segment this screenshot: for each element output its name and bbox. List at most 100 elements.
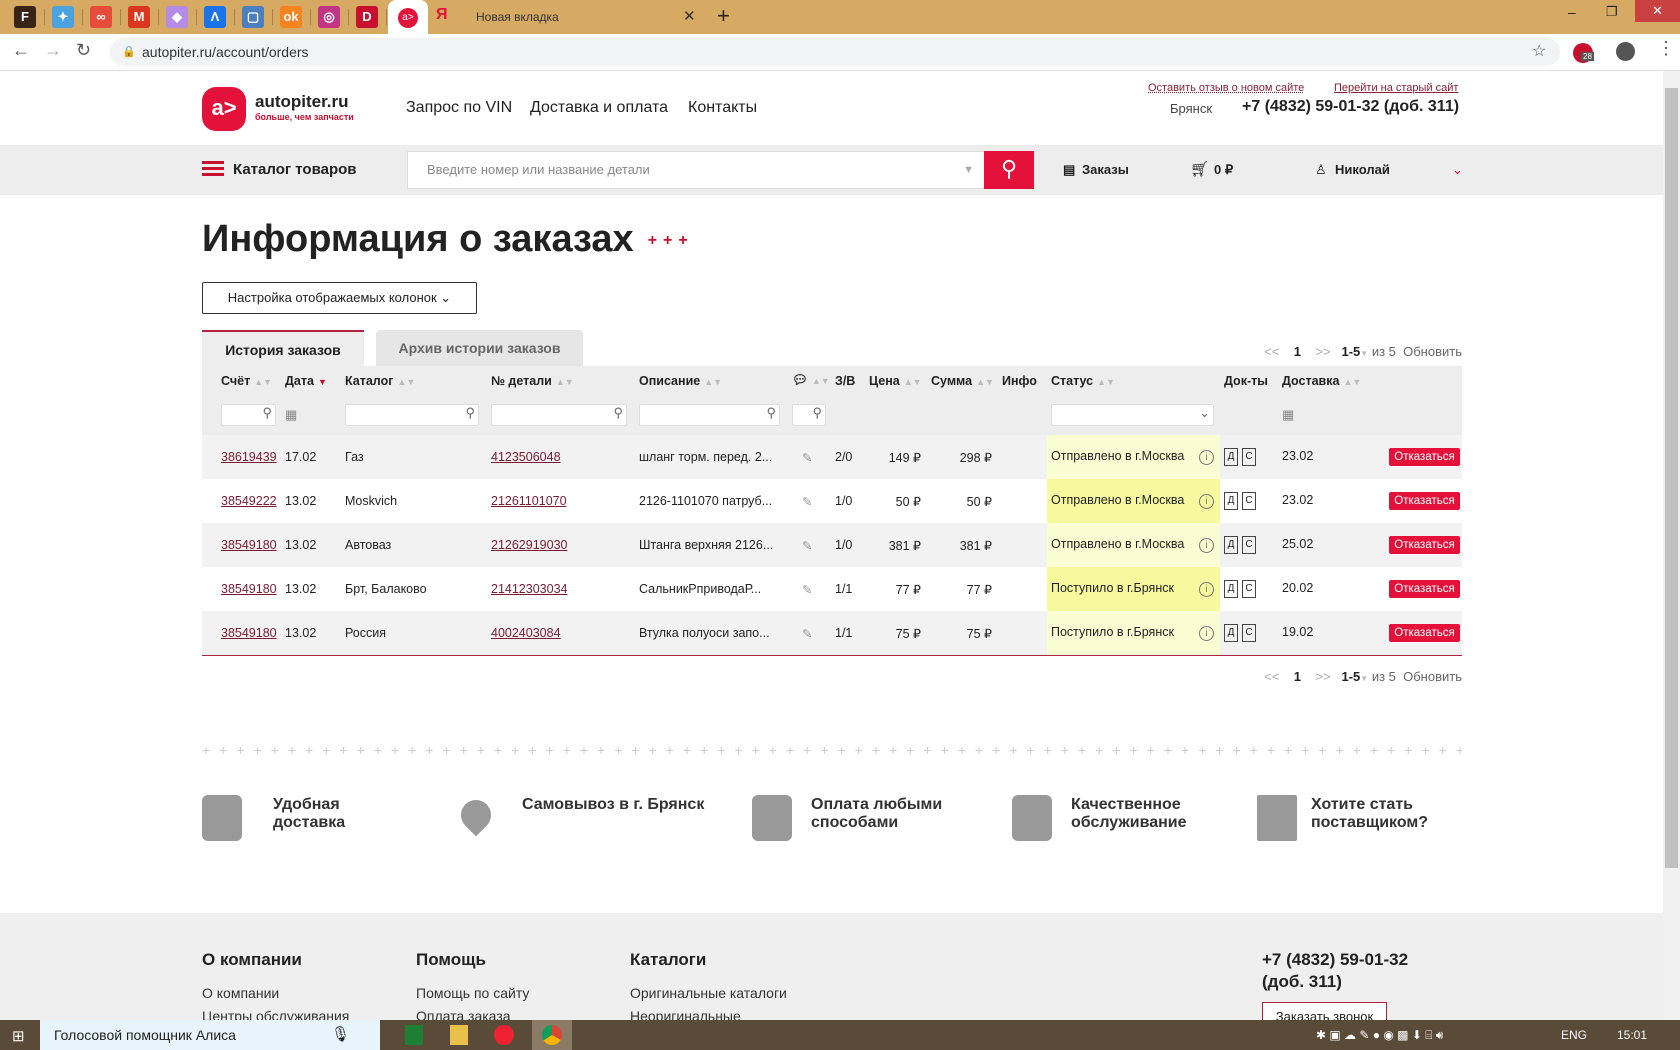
clock[interactable]: 15:01 (1617, 1028, 1647, 1042)
scrollbar-thumb[interactable] (1665, 88, 1678, 868)
pinned-tab[interactable]: ok (280, 6, 302, 28)
back-icon[interactable]: ← (12, 40, 30, 61)
info-icon[interactable]: i (1199, 582, 1214, 597)
orders-link[interactable]: Заказы (1082, 162, 1129, 177)
invoice-filter-input[interactable]: ⚲ (221, 404, 276, 426)
reload-icon[interactable]: ↻ (76, 40, 91, 61)
pinned-tab[interactable]: F (14, 6, 36, 28)
pinned-tab[interactable]: ✦ (52, 6, 74, 28)
part-number-link[interactable]: 21262919030 (491, 538, 567, 552)
menu-dots-icon[interactable]: ⋮ (1657, 38, 1675, 59)
comment-filter-input[interactable]: ⚲ (792, 404, 826, 426)
col-status[interactable]: Статус ▲▼ (1047, 366, 1220, 395)
info-icon[interactable]: i (1199, 626, 1214, 641)
cart-link[interactable]: 0 ₽ (1214, 162, 1233, 178)
status-filter-select[interactable]: ⌄ (1051, 404, 1214, 426)
restore-button[interactable]: ❐ (1606, 4, 1618, 20)
footer-link[interactable]: Оригинальные каталоги (630, 985, 787, 1001)
refresh-link[interactable]: Обновить (1403, 344, 1462, 359)
col-sum[interactable]: Сумма ▲▼ (927, 366, 998, 395)
old-site-link[interactable]: Перейти на старый сайт (1334, 82, 1458, 94)
refuse-button[interactable]: Отказаться (1389, 580, 1460, 598)
system-tray-icons[interactable]: ✱ ▣ ☁ ✎ ● ◉ ▩ ⬇ ⌸ 🔊︎ (1316, 1028, 1443, 1043)
pinned-tab[interactable]: ▢ (242, 6, 264, 28)
refuse-button[interactable]: Отказаться (1389, 492, 1460, 510)
active-tab[interactable]: a> (388, 0, 428, 34)
yandex-tab-icon[interactable]: Я (436, 6, 448, 24)
user-menu[interactable]: Николай (1335, 162, 1390, 177)
chrome-taskbar-icon[interactable] (532, 1020, 572, 1050)
catalog-filter-input[interactable]: ⚲ (345, 404, 479, 426)
edit-comment-icon[interactable]: ✎ (802, 583, 812, 597)
col-date[interactable]: Дата ▼ (281, 366, 341, 395)
hamburger-icon[interactable] (202, 161, 224, 177)
pager-range-select[interactable]: 1-5 (1341, 669, 1360, 684)
document-c-icon[interactable]: С (1242, 580, 1256, 598)
voice-assistant-input[interactable]: Голосовой помощник Алиса 🎙︎ (40, 1020, 380, 1050)
nav-delivery-payment[interactable]: Доставка и оплата (530, 99, 668, 117)
nav-vin-request[interactable]: Запрос по VIN (406, 99, 512, 117)
document-c-icon[interactable]: С (1242, 448, 1256, 466)
footer-link[interactable]: Помощь по сайту (416, 985, 529, 1001)
invoice-link[interactable]: 38549180 (221, 626, 277, 640)
city-selector[interactable]: Брянск (1170, 101, 1212, 116)
col-description[interactable]: Описание ▲▼ (635, 366, 788, 395)
feedback-link[interactable]: Оставить отзыв о новом сайте (1148, 82, 1304, 94)
document-c-icon[interactable]: С (1242, 492, 1256, 510)
document-c-icon[interactable]: С (1242, 624, 1256, 642)
pager-next[interactable]: >> (1315, 669, 1330, 684)
microphone-icon[interactable]: 🎙︎ (331, 1020, 350, 1050)
new-tab-button[interactable]: + (717, 3, 730, 29)
col-delivery[interactable]: Доставка ▲▼ (1278, 366, 1462, 395)
document-d-icon[interactable]: Д (1224, 492, 1238, 510)
url-input[interactable]: 🔒 autopiter.ru/account/orders (110, 38, 1560, 66)
pinned-tab[interactable]: ∞ (90, 6, 112, 28)
language-indicator[interactable]: ENG (1561, 1028, 1587, 1042)
minimize-button[interactable]: – (1568, 4, 1576, 20)
logo-icon[interactable]: a> (202, 87, 246, 131)
invoice-link[interactable]: 38619439 (221, 450, 277, 464)
tab-order-archive[interactable]: Архив истории заказов (376, 330, 583, 366)
explorer-taskbar-icon[interactable] (450, 1025, 468, 1045)
document-d-icon[interactable]: Д (1224, 536, 1238, 554)
edit-comment-icon[interactable]: ✎ (802, 627, 812, 641)
excel-taskbar-icon[interactable] (405, 1025, 423, 1045)
invoice-link[interactable]: 38549180 (221, 582, 277, 596)
col-comment[interactable]: 💬︎ ▲▼ (788, 366, 831, 395)
pinned-tab[interactable]: M (128, 6, 150, 28)
edit-comment-icon[interactable]: ✎ (802, 495, 812, 509)
document-d-icon[interactable]: Д (1224, 580, 1238, 598)
refuse-button[interactable]: Отказаться (1389, 448, 1460, 466)
info-icon[interactable]: i (1199, 450, 1214, 465)
profile-icon[interactable] (1616, 42, 1635, 61)
yandex-browser-taskbar-icon[interactable] (494, 1025, 514, 1045)
part-number-link[interactable]: 21412303034 (491, 582, 567, 596)
columns-settings-button[interactable]: Настройка отображаемых колонок ⌄ (202, 282, 477, 314)
edit-comment-icon[interactable]: ✎ (802, 539, 812, 553)
pinned-tab[interactable]: D (356, 6, 378, 28)
col-catalog[interactable]: Каталог ▲▼ (341, 366, 487, 395)
part-filter-input[interactable]: ⚲ (491, 404, 627, 426)
chevron-down-icon[interactable]: ⌄ (1452, 162, 1463, 178)
pager-page[interactable]: 1 (1294, 344, 1301, 359)
bookmark-star-icon[interactable]: ☆ (1532, 41, 1546, 61)
document-d-icon[interactable]: Д (1224, 624, 1238, 642)
close-tab-icon[interactable]: ✕ (683, 7, 696, 25)
part-number-link[interactable]: 4123506048 (491, 450, 561, 464)
part-number-link[interactable]: 4002403084 (491, 626, 561, 640)
search-input[interactable]: Введите номер или название детали ▼ (407, 151, 985, 189)
pager-prev[interactable]: << (1264, 669, 1279, 684)
pager-prev[interactable]: << (1264, 344, 1279, 359)
invoice-link[interactable]: 38549222 (221, 494, 277, 508)
col-part-number[interactable]: № детали ▲▼ (487, 366, 635, 395)
windows-start-icon[interactable]: ⊞ (12, 1027, 25, 1045)
logo-text[interactable]: autopiter.ru (255, 92, 349, 112)
adblock-extension-icon[interactable]: 28 (1573, 43, 1594, 63)
refuse-button[interactable]: Отказаться (1389, 624, 1460, 642)
footer-link[interactable]: О компании (202, 985, 279, 1001)
pinned-tab[interactable]: ◆ (166, 6, 188, 28)
nav-contacts[interactable]: Контакты (688, 99, 757, 117)
pager-next[interactable]: >> (1315, 344, 1330, 359)
pinned-tab[interactable]: Λ (204, 6, 226, 28)
tab-order-history[interactable]: История заказов (202, 330, 364, 366)
